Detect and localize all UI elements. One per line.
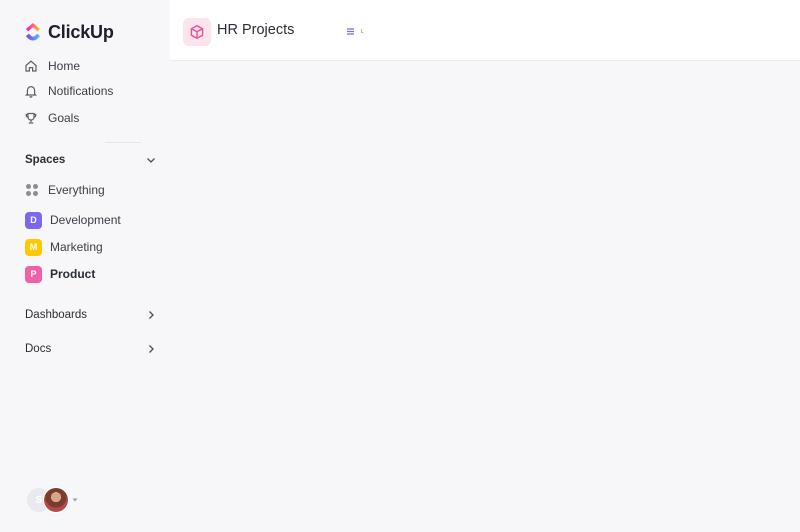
spaces-title: Spaces bbox=[25, 154, 66, 166]
nav-item-home[interactable]: Home bbox=[24, 56, 80, 76]
chevron-right-icon[interactable] bbox=[145, 343, 157, 355]
dashboards-header[interactable]: Dashboards bbox=[25, 305, 157, 325]
chevron-down-icon[interactable] bbox=[145, 154, 157, 166]
sidebar: ClickUp Home Notifications Goals Spaces bbox=[0, 0, 170, 532]
dashboards-title: Dashboards bbox=[25, 309, 88, 321]
list-icon bbox=[347, 28, 354, 35]
clickup-logo[interactable]: ClickUp bbox=[24, 20, 114, 44]
caret-down-icon[interactable] bbox=[72, 497, 78, 503]
nav-label: Notifications bbox=[48, 84, 114, 98]
divider bbox=[105, 142, 141, 143]
project-icon-tile bbox=[183, 18, 211, 46]
nav-item-notifications[interactable]: Notifications bbox=[24, 81, 113, 101]
page-title: HR Projects bbox=[217, 22, 295, 38]
clickup-logo-icon bbox=[26, 23, 40, 41]
trophy-icon bbox=[25, 112, 37, 124]
page-header: HR Projects L bbox=[170, 0, 800, 61]
grid-dots-icon bbox=[26, 184, 38, 196]
chevron-right-icon[interactable] bbox=[145, 309, 157, 321]
space-label: Development bbox=[50, 213, 121, 227]
space-badge: D bbox=[25, 211, 42, 229]
user-menu[interactable]: S bbox=[27, 487, 78, 513]
home-icon bbox=[25, 60, 37, 72]
view-label: L bbox=[361, 28, 364, 35]
space-label: Everything bbox=[48, 183, 105, 197]
bell-icon bbox=[24, 85, 38, 98]
space-item-marketing[interactable]: M Marketing bbox=[25, 238, 103, 256]
space-item-development[interactable]: D Development bbox=[25, 211, 121, 229]
space-item-everything[interactable]: Everything bbox=[25, 181, 105, 199]
nav-item-goals[interactable]: Goals bbox=[24, 108, 79, 128]
list-view-button[interactable]: L bbox=[346, 27, 364, 36]
space-badge: P bbox=[25, 265, 42, 283]
space-label: Product bbox=[50, 267, 96, 281]
space-badge: M bbox=[25, 238, 42, 256]
space-item-product[interactable]: P Product bbox=[25, 265, 95, 283]
cube-icon bbox=[190, 25, 204, 39]
docs-header[interactable]: Docs bbox=[25, 339, 157, 359]
spaces-header[interactable]: Spaces bbox=[25, 150, 157, 170]
avatar bbox=[43, 487, 69, 513]
brand-name: ClickUp bbox=[48, 21, 114, 42]
nav-label: Home bbox=[48, 59, 81, 73]
nav-label: Goals bbox=[48, 111, 80, 125]
space-label: Marketing bbox=[50, 240, 103, 254]
docs-title: Docs bbox=[25, 343, 52, 355]
